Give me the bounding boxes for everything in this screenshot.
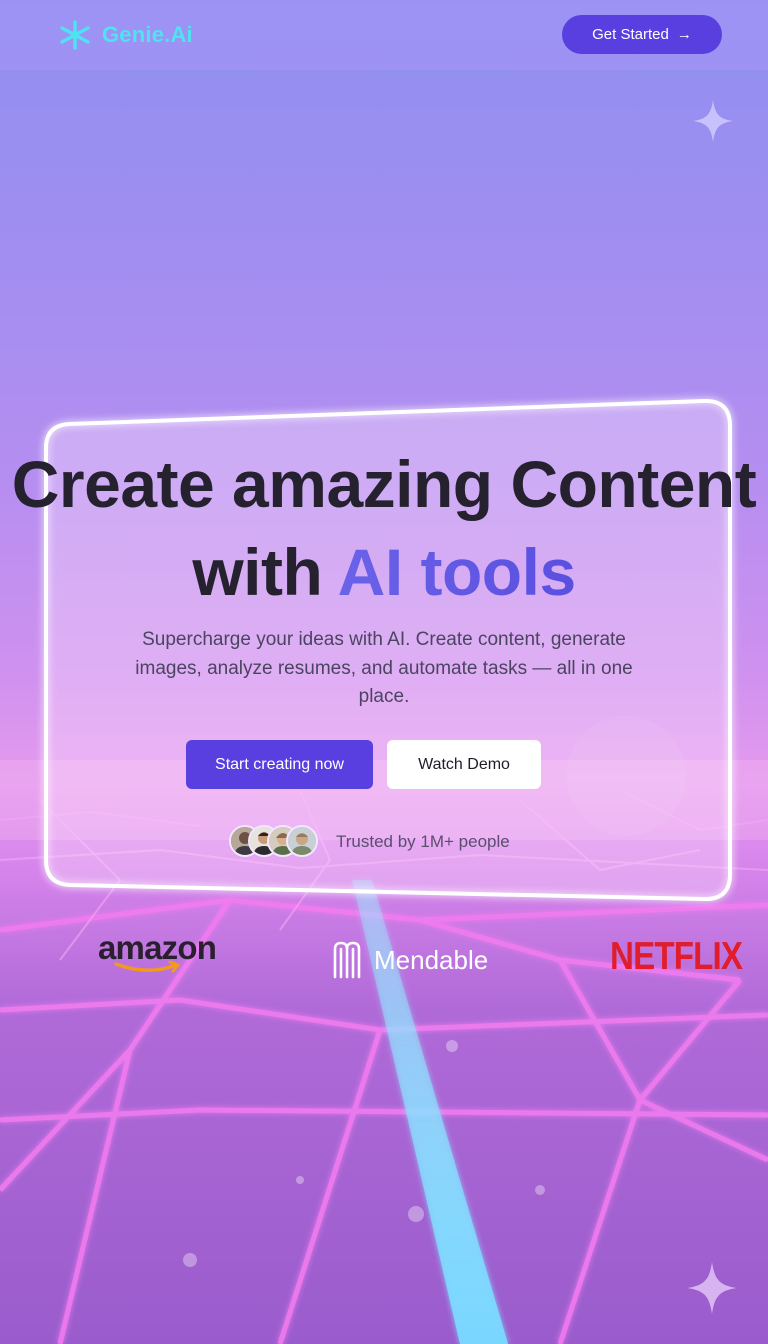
mendable-wordmark: Mendable bbox=[374, 944, 489, 975]
netflix-wordmark: NETFLIX bbox=[610, 935, 743, 978]
avatar bbox=[286, 825, 318, 857]
partner-logos: amazon Mendable NETFLIX bbox=[0, 925, 768, 995]
mendable-mark-icon bbox=[333, 941, 361, 979]
headline-plain: with bbox=[192, 535, 338, 609]
start-creating-button[interactable]: Start creating now bbox=[186, 740, 373, 789]
brand-name: Genie.Ai bbox=[102, 22, 193, 47]
arrow-right-icon: → bbox=[676, 26, 692, 43]
avatar-group bbox=[229, 824, 318, 860]
hero-subtext: Supercharge your ideas with AI. Create c… bbox=[135, 629, 633, 707]
hero-headline: Create amazing Content with AI tools bbox=[0, 440, 768, 616]
sparkle-icon bbox=[693, 100, 733, 142]
amazon-smile-icon bbox=[114, 960, 181, 973]
headline-line-2: with AI tools bbox=[0, 528, 768, 616]
mendable-logo: Mendable bbox=[332, 941, 488, 979]
headline-line-1: Create amazing Content bbox=[11, 447, 757, 521]
brand-logo[interactable]: Genie.Ai bbox=[58, 18, 193, 52]
trust-text: Trusted by 1M+ people bbox=[336, 832, 510, 851]
netflix-logo: NETFLIX bbox=[610, 935, 766, 979]
sparkle-icon bbox=[687, 1262, 737, 1314]
hero-section: Create amazing Content with AI tools Sup… bbox=[0, 440, 768, 857]
headline-accent: AI tools bbox=[337, 535, 577, 609]
sparkle-flower-icon bbox=[60, 20, 90, 50]
get-started-button[interactable]: Get Started → bbox=[562, 15, 722, 54]
watch-demo-button[interactable]: Watch Demo bbox=[387, 740, 541, 789]
amazon-logo: amazon bbox=[98, 930, 217, 973]
top-navbar: Genie.Ai Get Started → bbox=[0, 0, 768, 70]
social-proof: Trusted by 1M+ people bbox=[0, 824, 768, 860]
get-started-label: Get Started bbox=[592, 26, 669, 43]
hero-actions: Start creating now Watch Demo bbox=[0, 740, 768, 789]
